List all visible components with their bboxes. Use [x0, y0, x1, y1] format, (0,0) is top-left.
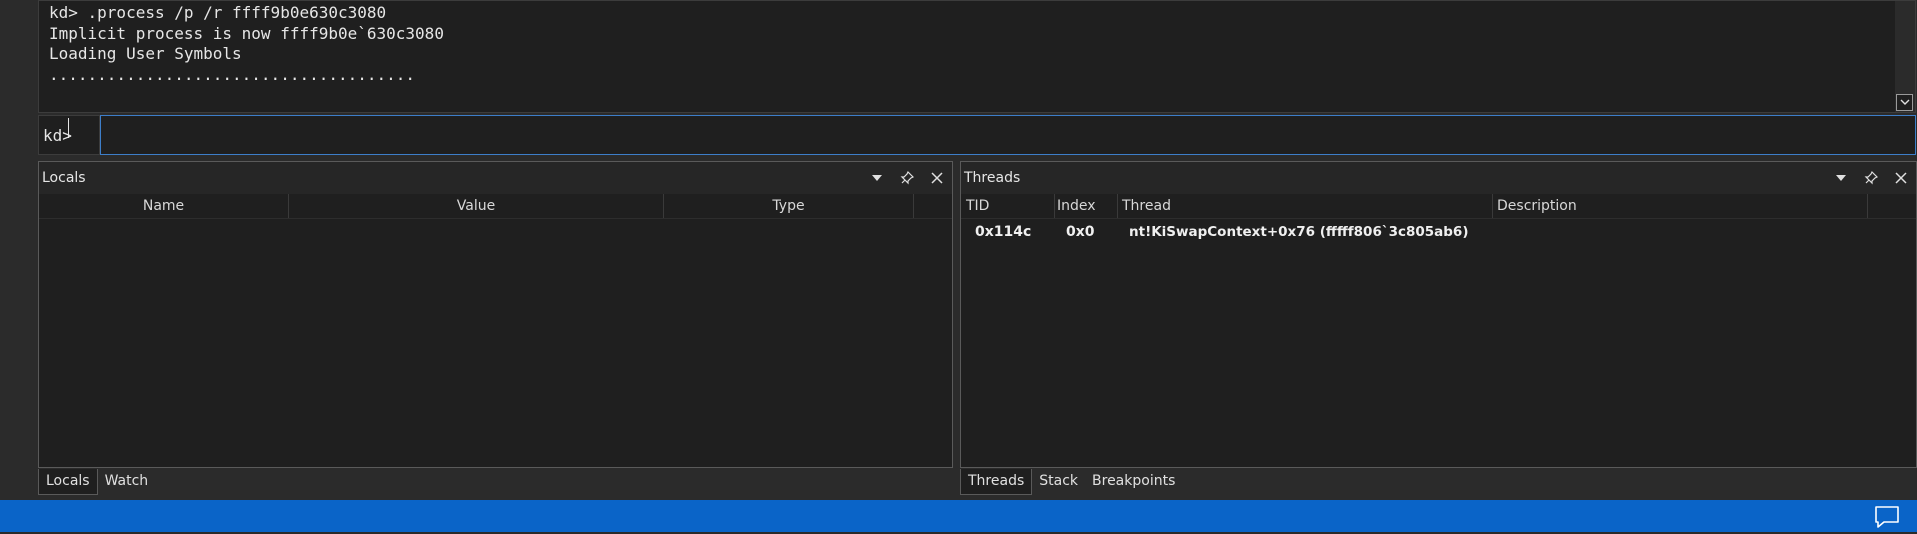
output-line: Implicit process is now ffff9b0e`630c308… [49, 23, 444, 43]
status-bar [0, 500, 1917, 532]
chevron-down-icon [1900, 99, 1909, 105]
locals-pane-header: Locals [39, 162, 952, 194]
locals-pane: Locals Name Value Type [38, 161, 953, 468]
table-row[interactable]: 0x114c 0x0 nt!KiSwapContext+0x76 (fffff8… [961, 220, 1916, 244]
threads-pane-title: Threads [964, 170, 1021, 186]
command-output-window: kd> .process /p /r ffff9b0e630c3080 Impli… [38, 0, 1916, 113]
thread-index: 0x0 [1066, 224, 1095, 240]
chevron-down-icon [1836, 175, 1846, 181]
locals-pane-title: Locals [42, 170, 86, 186]
feedback-icon [1875, 506, 1899, 528]
close-icon [1895, 172, 1907, 184]
column-header-thread[interactable]: Thread [1118, 194, 1493, 218]
output-line: kd> .process /p /r ffff9b0e630c3080 [49, 3, 387, 22]
text-caret [68, 118, 69, 138]
column-header-filler [914, 194, 952, 218]
column-header-name[interactable]: Name [39, 194, 289, 218]
command-output: kd> .process /p /r ffff9b0e630c3080 Impli… [49, 3, 1893, 85]
pin-icon [1864, 171, 1878, 185]
column-header-filler [1868, 194, 1916, 218]
threads-pin-button[interactable] [1856, 163, 1886, 193]
tab-threads[interactable]: Threads [960, 469, 1033, 495]
pin-icon [900, 171, 914, 185]
column-header-index[interactable]: Index [1055, 194, 1118, 218]
thread-name: nt!KiSwapContext+0x76 (fffff806`3c805ab6… [1129, 224, 1469, 240]
thread-tid: 0x114c [975, 224, 1032, 240]
command-prompt-label: kd> [38, 115, 100, 155]
tab-stack[interactable]: Stack [1032, 469, 1085, 495]
tab-watch[interactable]: Watch [98, 469, 156, 495]
tab-breakpoints[interactable]: Breakpoints [1085, 469, 1182, 495]
thread-description [1493, 220, 1868, 244]
column-header-value[interactable]: Value [289, 194, 664, 218]
scroll-down-button[interactable] [1896, 94, 1913, 111]
output-line: ...................................... [49, 64, 416, 84]
command-bar: kd> [38, 115, 1916, 155]
column-header-type[interactable]: Type [664, 194, 914, 218]
close-icon [931, 172, 943, 184]
output-line: Loading User Symbols [49, 44, 242, 63]
command-input[interactable] [100, 115, 1916, 155]
left-gutter [0, 0, 38, 500]
tab-locals[interactable]: Locals [38, 469, 98, 495]
locals-options-button[interactable] [862, 163, 892, 193]
locals-column-header: Name Value Type [39, 194, 952, 219]
feedback-button[interactable] [1873, 504, 1901, 530]
threads-pane-header: Threads [961, 162, 1916, 194]
column-header-description[interactable]: Description [1493, 194, 1868, 218]
threads-tab-strip: Threads Stack Breakpoints [960, 469, 1182, 495]
column-header-tid[interactable]: TID [961, 194, 1055, 218]
threads-pane: Threads TID Index Thread Description 0x1… [960, 161, 1917, 468]
threads-column-header: TID Index Thread Description [961, 194, 1916, 219]
chevron-down-icon [872, 175, 882, 181]
threads-close-button[interactable] [1886, 163, 1916, 193]
locals-close-button[interactable] [922, 163, 952, 193]
threads-options-button[interactable] [1826, 163, 1856, 193]
output-scrollbar[interactable] [1895, 1, 1915, 112]
locals-tab-strip: Locals Watch [38, 469, 155, 495]
locals-pin-button[interactable] [892, 163, 922, 193]
